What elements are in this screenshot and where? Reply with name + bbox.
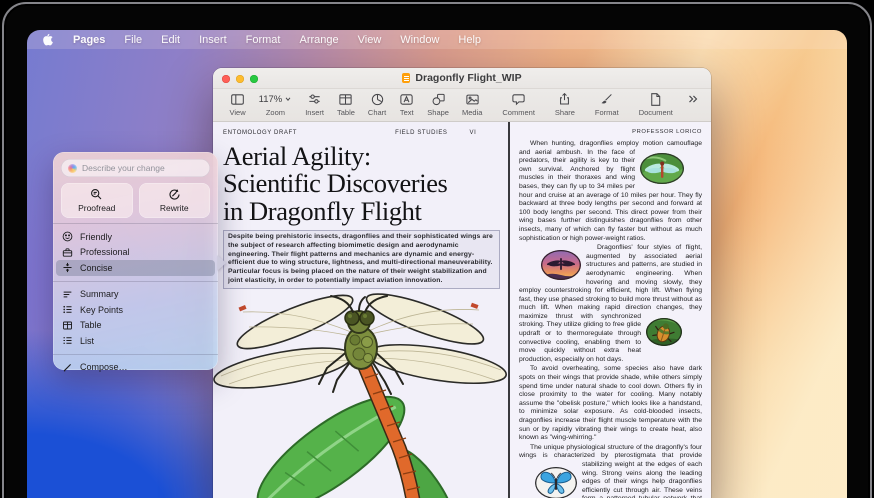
dragonfly-illustration[interactable]	[213, 292, 508, 498]
dash-list-icon	[62, 335, 73, 346]
divider	[53, 354, 218, 355]
pages-window: Dragonfly Flight_WIP View 117% Zoom	[213, 68, 711, 498]
kicker-center: FIELD STUDIES	[395, 130, 447, 136]
table-button[interactable]: Table	[330, 92, 361, 117]
document-icon	[648, 92, 663, 107]
option-concise-selected[interactable]: Concise	[56, 260, 215, 276]
table-grid-icon	[62, 320, 73, 331]
document-page-left[interactable]: ENTOMOLOGY DRAFT FIELD STUDIES VI Aerial…	[213, 122, 508, 498]
menu-item-view[interactable]: View	[358, 34, 382, 46]
zoom-value: 117%	[259, 94, 283, 105]
writing-tools-popup: Proofread Rewrite Friendly Professional …	[53, 152, 218, 370]
concise-compress-icon	[62, 262, 73, 273]
body-paragraph-3[interactable]: To avoid overheating, some species also …	[519, 365, 702, 442]
close-button[interactable]	[222, 75, 230, 83]
divider	[53, 281, 218, 282]
summary-lines-icon	[62, 289, 73, 300]
describe-change-input[interactable]	[82, 163, 203, 173]
apple-menu[interactable]	[41, 33, 54, 47]
popup-arrow	[217, 255, 226, 271]
document-file-icon	[402, 73, 410, 83]
comment-bubble-icon	[511, 92, 526, 107]
insert-button[interactable]: Insert	[299, 92, 331, 117]
describe-change-field[interactable]	[61, 159, 210, 177]
inline-image-dragonfly-leaf[interactable]	[640, 153, 684, 184]
zoom-control[interactable]: 117% Zoom	[252, 92, 299, 117]
apple-intelligence-icon	[68, 164, 77, 173]
menu-item-insert[interactable]: Insert	[199, 34, 227, 46]
sidebar-icon	[230, 92, 245, 107]
page-header-byline: PROFESSOR LORICO	[519, 129, 702, 135]
share-button[interactable]: Share	[548, 92, 581, 117]
body-paragraph-4[interactable]: The unique physiological structure of th…	[519, 444, 702, 498]
bullet-list-icon	[62, 304, 73, 315]
document-button[interactable]: Document	[632, 92, 679, 117]
chevron-double-right-icon	[686, 92, 700, 106]
rewrite-button[interactable]: Rewrite	[139, 183, 211, 218]
body-paragraph-2[interactable]: Dragonflies' four styles of flight, augm…	[519, 244, 702, 364]
menu-item-pages[interactable]: Pages	[73, 34, 105, 46]
inline-image-beetle[interactable]	[646, 318, 682, 346]
text-box-icon	[399, 92, 414, 107]
kicker-left: ENTOMOLOGY DRAFT	[223, 130, 297, 136]
menu-item-help[interactable]: Help	[458, 34, 481, 46]
toolbar-overflow-button[interactable]	[679, 92, 706, 116]
comment-button[interactable]: Comment	[496, 92, 542, 117]
rewrite-circle-pencil-icon	[168, 188, 181, 201]
inline-image-sunset-dragonfly[interactable]	[541, 250, 581, 280]
format-button[interactable]: Format	[588, 92, 625, 117]
media-image-icon	[465, 92, 480, 107]
paintbrush-icon	[599, 92, 614, 107]
window-title: Dragonfly Flight_WIP	[415, 72, 521, 84]
body-paragraph-1[interactable]: When hunting, dragonflies employ motion …	[519, 140, 702, 243]
proofread-magnifier-icon	[90, 188, 103, 201]
option-professional[interactable]: Professional	[53, 245, 218, 261]
window-toolbar: View 117% Zoom Insert Table	[213, 89, 711, 122]
option-table[interactable]: Table	[53, 318, 218, 334]
option-summary[interactable]: Summary	[53, 287, 218, 303]
menu-item-format[interactable]: Format	[246, 34, 281, 46]
macbook-display: Pages File Edit Insert Format Arrange Vi…	[0, 0, 874, 498]
table-icon	[338, 92, 353, 107]
media-button[interactable]: Media	[455, 92, 488, 117]
insert-icon	[307, 92, 322, 107]
chart-button[interactable]: Chart	[361, 92, 392, 117]
share-icon	[557, 92, 572, 107]
option-friendly[interactable]: Friendly	[53, 229, 218, 245]
inline-image-blue-butterfly[interactable]	[535, 467, 577, 498]
proofread-button[interactable]: Proofread	[61, 183, 133, 218]
menu-bar: Pages File Edit Insert Format Arrange Vi…	[27, 30, 847, 49]
briefcase-icon	[62, 247, 73, 258]
smiley-icon	[62, 231, 73, 242]
minimize-button[interactable]	[236, 75, 244, 83]
selected-intro-paragraph[interactable]: Despite being prehistoric insects, drago…	[223, 230, 500, 289]
menu-item-edit[interactable]: Edit	[161, 34, 180, 46]
menu-item-window[interactable]: Window	[400, 34, 439, 46]
shapes-icon	[431, 92, 446, 107]
chevron-down-icon	[284, 95, 292, 103]
window-title-bar[interactable]: Dragonfly Flight_WIP	[213, 68, 711, 89]
menu-item-arrange[interactable]: Arrange	[299, 34, 338, 46]
text-button[interactable]: Text	[393, 92, 421, 117]
divider	[53, 223, 218, 224]
view-button[interactable]: View	[223, 92, 252, 117]
option-list[interactable]: List	[53, 333, 218, 349]
kicker-row: ENTOMOLOGY DRAFT FIELD STUDIES VI	[223, 130, 500, 136]
shape-button[interactable]: Shape	[421, 92, 456, 117]
kicker-right: VI	[470, 130, 477, 136]
compose-pencil-icon	[62, 362, 73, 373]
desktop-wallpaper: Pages File Edit Insert Format Arrange Vi…	[27, 30, 847, 498]
document-canvas: ENTOMOLOGY DRAFT FIELD STUDIES VI Aerial…	[213, 122, 711, 498]
option-compose[interactable]: Compose…	[53, 360, 218, 376]
article-title[interactable]: Aerial Agility: Scientific Discoveries i…	[223, 143, 500, 225]
document-page-right[interactable]: PROFESSOR LORICO When hunting, dragonfli…	[510, 122, 711, 498]
option-key-points[interactable]: Key Points	[53, 302, 218, 318]
pie-chart-icon	[370, 92, 385, 107]
menu-item-file[interactable]: File	[124, 34, 142, 46]
fullscreen-button[interactable]	[250, 75, 258, 83]
apple-logo-icon	[41, 33, 54, 47]
